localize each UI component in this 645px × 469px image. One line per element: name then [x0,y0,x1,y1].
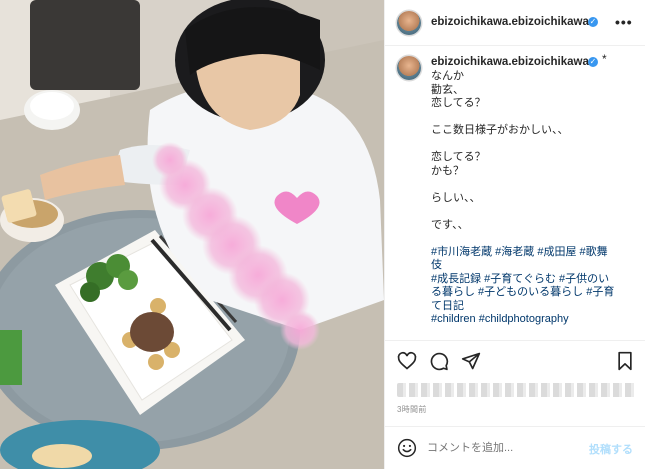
more-options-icon[interactable]: ••• [615,14,633,30]
caption-username-link[interactable]: ebizoichikawa.ebizoichikawa [431,56,589,68]
bookmark-icon[interactable] [615,351,635,371]
caption-line [431,205,641,219]
photo-illustration [0,0,384,469]
post-timestamp: 3時間前 [397,405,427,414]
caption-hashtag-line[interactable]: る暮らし #子どものいる暮らし #子育 [431,286,641,300]
post-header: ebizoichikawa.ebizoichikawa ✓ ••• [385,0,645,46]
comment-icon[interactable] [429,351,449,371]
post-photo[interactable] [0,0,384,469]
caption-avatar[interactable] [397,56,421,80]
caption-hashtag-line[interactable]: #市川海老蔵 #海老蔵 #成田屋 #歌舞 [431,246,641,260]
caption-verified-badge-icon: ✓ [588,57,598,67]
caption-line: ここ数日様子がおかしい、、 [431,124,569,136]
caption-line: なんか [431,70,464,82]
caption-line [431,111,641,125]
caption-line: です、、 [431,218,469,231]
caption-line: かも？ [431,164,464,177]
post-side-panel: ebizoichikawa.ebizoichikawa ✓ ••• ebizoi… [384,0,645,469]
caption-line: 恋してる？ [431,97,486,109]
caption-hashtag-line[interactable]: 伎 [431,259,641,273]
caption-line [431,138,641,152]
caption-line: らしい、、 [431,191,481,204]
likes-row-blurred [397,383,637,397]
caption-line: 恋してる？ [431,151,486,163]
caption-hashtag-line[interactable]: て日記 [431,300,641,314]
comment-input[interactable] [427,439,577,457]
caption-line [431,232,641,246]
comment-bar: 投稿する [385,426,645,469]
paper-plane-icon[interactable] [461,351,481,371]
action-bar [385,340,645,382]
smiley-icon[interactable] [397,438,417,458]
caption-line: 勸玄、 [431,83,464,96]
post-comment-button[interactable]: 投稿する [589,441,633,457]
avatar[interactable] [397,11,421,35]
username-link[interactable]: ebizoichikawa.ebizoichikawa [431,16,589,28]
verified-badge-icon: ✓ [588,17,598,27]
caption-hashtag-line[interactable]: #children #childphotography [431,313,641,327]
caption-dot: * [602,52,607,66]
caption-section: ebizoichikawa.ebizoichikawa ✓ * なんか 勸玄、 恋し… [385,46,645,340]
caption-line [431,178,641,192]
caption-text: なんか 勸玄、 恋してる？ ここ数日様子がおかしい、、 恋してる？ かも？ らしい、、 です、… [431,70,641,327]
heart-icon[interactable] [397,351,417,371]
caption-hashtag-line[interactable]: #成長記録 #子育てぐらむ #子供のい [431,273,641,287]
